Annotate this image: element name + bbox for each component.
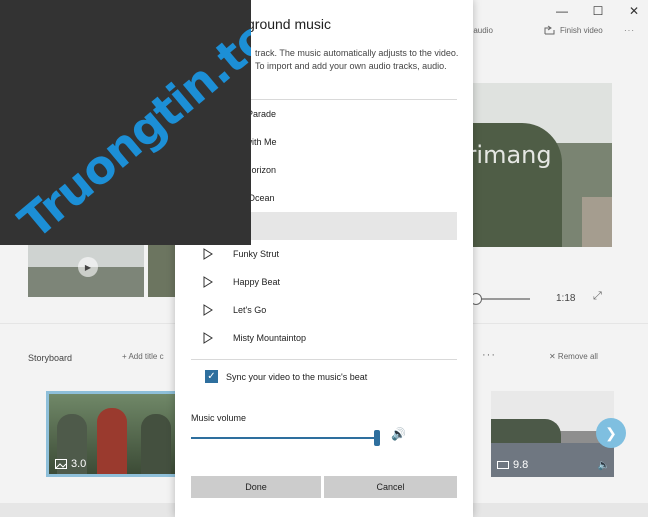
storyboard-more-button[interactable]: ···: [482, 349, 496, 361]
music-volume-slider[interactable]: [191, 437, 377, 439]
maximize-button[interactable]: ☐: [592, 4, 604, 18]
clip-duration: 9.8: [497, 459, 528, 471]
clip-duration-value: 3.0: [71, 458, 87, 470]
finish-video-button[interactable]: Finish video: [544, 25, 603, 35]
sync-beat-label: Sync your video to the music's beat: [226, 371, 368, 382]
music-track-item[interactable]: Misty Mountaintop: [191, 324, 457, 352]
watermark-logo-text: Truongtin.top: [8, 0, 251, 245]
next-arrow-button[interactable]: ❯: [596, 418, 626, 448]
clip-thumbnail[interactable]: [148, 245, 176, 297]
play-icon[interactable]: [203, 332, 213, 344]
speaker-icon: 🔈: [597, 460, 610, 471]
minimize-button[interactable]: —: [556, 4, 568, 18]
storyboard-heading: Storyboard: [28, 353, 73, 363]
playback-time: 1:18: [556, 293, 576, 304]
done-button[interactable]: Done: [191, 476, 321, 498]
close-window-button[interactable]: ✕: [628, 4, 640, 18]
clip-duration: 3.0: [55, 458, 86, 470]
sync-beat-row[interactable]: ✓ Sync your video to the music's beat: [205, 370, 367, 383]
clip-thumbnail[interactable]: ▶: [28, 245, 144, 297]
cancel-button[interactable]: Cancel: [324, 476, 457, 498]
check-icon: ✓: [207, 371, 216, 382]
person-figure: [141, 414, 171, 474]
music-volume-label: Music volume: [191, 413, 247, 423]
preview-path: [582, 197, 612, 247]
play-icon[interactable]: [203, 248, 213, 260]
more-icon: ···: [624, 25, 635, 35]
play-icon[interactable]: [203, 304, 213, 316]
clip-duration-value: 9.8: [513, 459, 529, 471]
storyboard-card[interactable]: 3.0: [46, 391, 182, 477]
window-controls: — ☐ ✕: [556, 4, 640, 18]
sync-beat-checkbox[interactable]: ✓: [205, 370, 218, 383]
dialog-title: kground music: [240, 16, 332, 32]
add-title-card-button[interactable]: + Add title c: [122, 352, 164, 361]
track-name: Happy Beat: [233, 277, 281, 287]
music-track-item[interactable]: Let's Go: [191, 296, 457, 324]
expand-icon[interactable]: ⤢: [593, 290, 602, 303]
remove-all-button[interactable]: ✕ Remove all: [549, 352, 598, 361]
track-name: Misty Mountaintop: [233, 333, 307, 343]
music-track-item[interactable]: Happy Beat: [191, 268, 457, 296]
dialog-description: track. The music automatically adjusts t…: [255, 48, 459, 71]
person-figure: [97, 408, 127, 474]
image-icon: [55, 459, 67, 469]
play-icon[interactable]: [203, 276, 213, 288]
music-volume-thumb[interactable]: [374, 430, 380, 446]
track-name: Funky Strut: [233, 249, 280, 259]
player-controls: 1:18 ⤢: [470, 290, 622, 308]
video-clip-icon: [497, 461, 509, 469]
watermark-logo: Truongtin.top: [0, 0, 251, 245]
share-icon: [544, 25, 555, 35]
divider: [191, 359, 457, 360]
clip-thumbnails: ▶: [28, 245, 176, 297]
finish-video-label: Finish video: [560, 25, 603, 35]
track-name: Let's Go: [233, 305, 267, 315]
play-icon[interactable]: ▶: [78, 257, 98, 277]
speaker-icon: 🔊: [391, 427, 406, 441]
toolbar-more-button[interactable]: ···: [624, 26, 635, 35]
chevron-right-icon: ❯: [605, 424, 617, 441]
